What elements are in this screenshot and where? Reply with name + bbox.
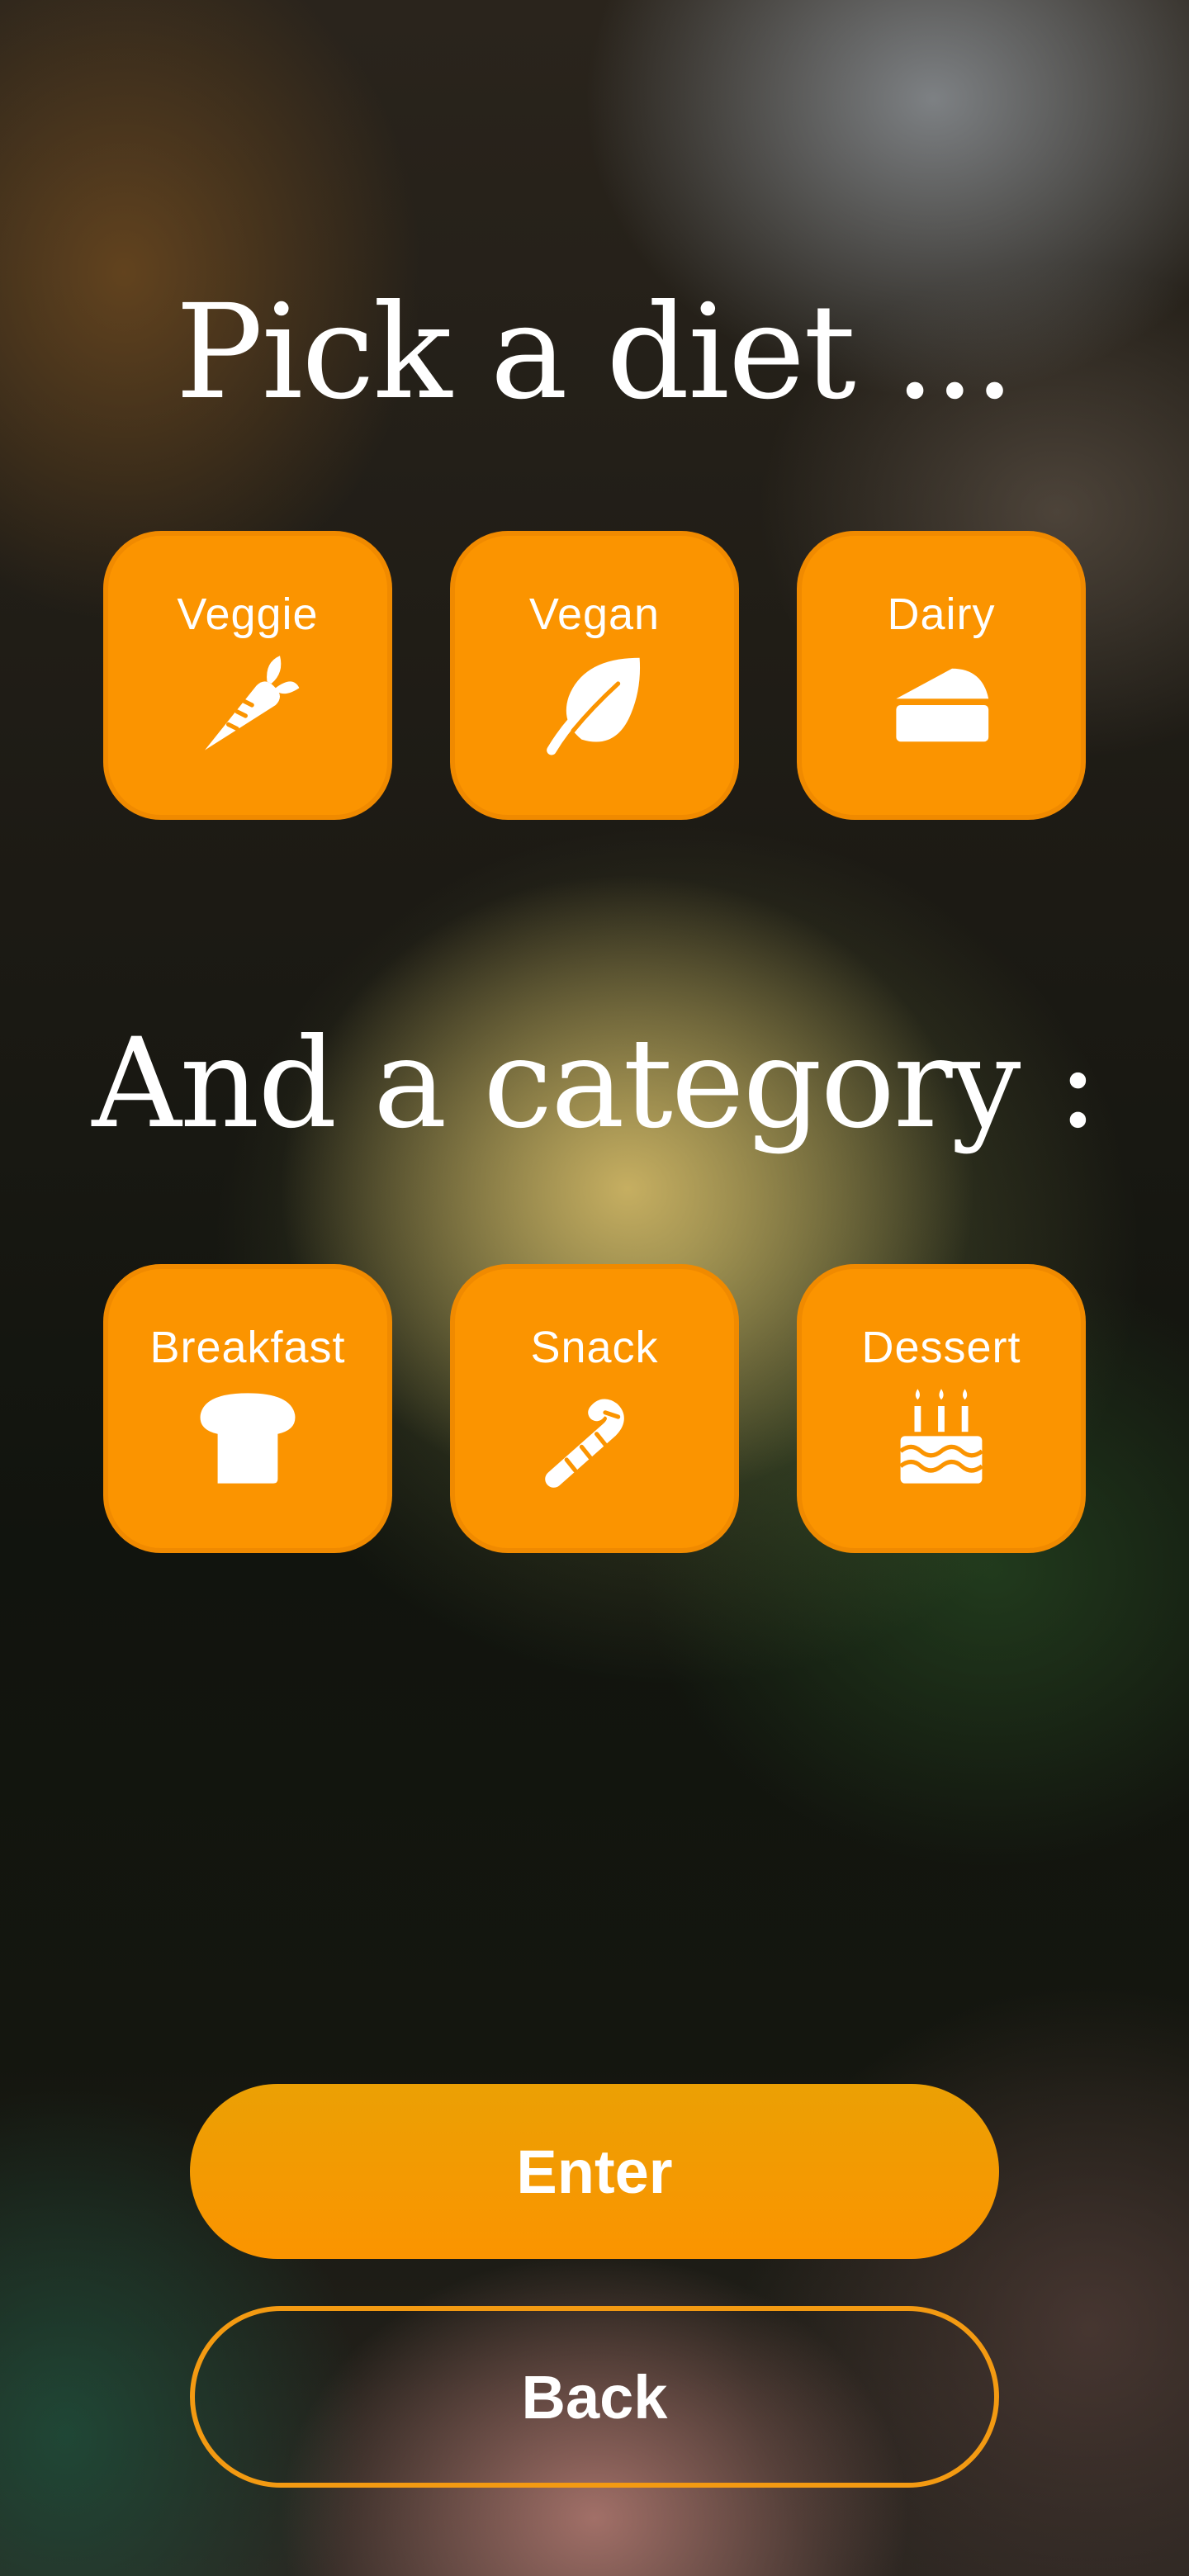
category-option-label: Breakfast (149, 1323, 346, 1372)
category-option-snack[interactable]: Snack (450, 1264, 739, 1553)
leaf-icon (541, 651, 648, 759)
enter-button[interactable]: Enter (190, 2084, 999, 2259)
category-options: Breakfast Snack Dessert (103, 1264, 1086, 1553)
diet-option-dairy[interactable]: Dairy (797, 531, 1086, 820)
diet-option-label: Vegan (528, 590, 661, 639)
diet-title: Pick a diet ... (175, 277, 1015, 429)
bread-icon (194, 1385, 301, 1492)
diet-option-label: Veggie (177, 590, 319, 639)
carrot-icon (194, 651, 301, 759)
category-option-label: Dessert (861, 1323, 1021, 1372)
category-option-label: Snack (530, 1323, 659, 1372)
diet-picker-screen: { "diet_section": { "title": "Pick a die… (0, 0, 1189, 2576)
diet-option-veggie[interactable]: Veggie (103, 531, 392, 820)
category-option-dessert[interactable]: Dessert (797, 1264, 1086, 1553)
category-option-breakfast[interactable]: Breakfast (103, 1264, 392, 1553)
birthday-cake-icon (888, 1385, 995, 1492)
diet-options: Veggie Vegan Dairy (103, 531, 1086, 820)
category-title: And a category : (92, 1012, 1098, 1156)
back-button[interactable]: Back (190, 2306, 999, 2488)
cheese-icon (888, 651, 995, 759)
candy-cane-icon (541, 1385, 648, 1492)
diet-option-vegan[interactable]: Vegan (450, 531, 739, 820)
diet-option-label: Dairy (887, 590, 996, 639)
